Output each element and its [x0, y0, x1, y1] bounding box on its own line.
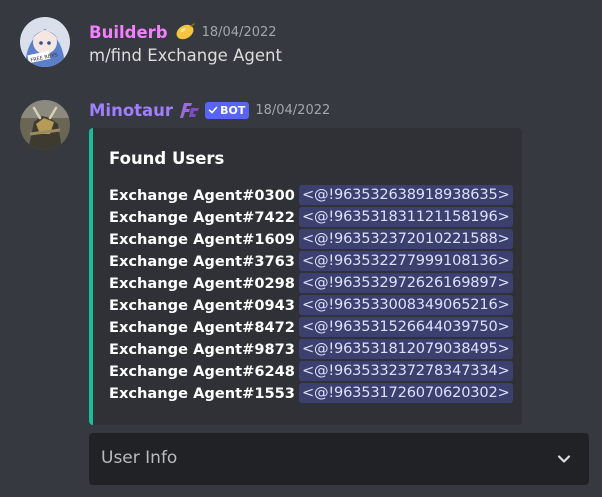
- user-row: Exchange Agent#0300 <@!963532638918938635…: [109, 184, 513, 206]
- user-name: Exchange Agent#7422: [109, 208, 295, 226]
- user-mention[interactable]: <@!963532638918938635>: [298, 185, 513, 205]
- user-name: Exchange Agent#0943: [109, 296, 295, 314]
- user-row: Exchange Agent#9873 <@!963531812079038495…: [109, 338, 513, 360]
- user-mention[interactable]: <@!963531831121158196>: [298, 207, 513, 227]
- chevron-down-icon[interactable]: [555, 450, 573, 468]
- user-row: Exchange Agent#6248 <@!963533237278347334…: [109, 360, 513, 382]
- username[interactable]: Builderb: [89, 23, 168, 42]
- user-row: Exchange Agent#0943 <@!963533008349065216…: [109, 294, 513, 316]
- message-header: Minotaur BOT 18/04/2022: [89, 98, 330, 122]
- avatar[interactable]: FREE RBXS: [20, 17, 70, 67]
- user-name: Exchange Agent#1609: [109, 230, 295, 248]
- message-content: m/find Exchange Agent: [89, 46, 282, 65]
- user-row: Exchange Agent#7422 <@!963531831121158196…: [109, 206, 513, 228]
- user-name: Exchange Agent#6248: [109, 362, 295, 380]
- user-mention[interactable]: <@!963532277999108136>: [298, 251, 513, 271]
- user-mention[interactable]: <@!963532972626169897>: [298, 273, 513, 293]
- user-mention[interactable]: <@!963531726070620302>: [298, 383, 513, 403]
- user-mention[interactable]: <@!963533008349065216>: [298, 295, 513, 315]
- select-placeholder: User Info: [101, 448, 178, 468]
- user-row: Exchange Agent#1553 <@!963531726070620302…: [109, 382, 513, 404]
- bot-tag: BOT: [205, 101, 250, 119]
- user-row: Exchange Agent#8472 <@!963531526644039750…: [109, 316, 513, 338]
- user-mention[interactable]: <@!963531526644039750>: [298, 317, 513, 337]
- user-row: Exchange Agent#1609 <@!963532372010221588…: [109, 228, 513, 250]
- message-header: Builderb 18/04/2022: [89, 20, 277, 44]
- user-info-select[interactable]: User Info: [89, 433, 589, 485]
- verified-check-icon: [208, 106, 218, 114]
- timestamp: 18/04/2022: [255, 102, 331, 118]
- user-name: Exchange Agent#8472: [109, 318, 295, 336]
- user-mention[interactable]: <@!963533237278347334>: [298, 361, 513, 381]
- user-row: Exchange Agent#3763 <@!963532277999108136…: [109, 250, 513, 272]
- user-name: Exchange Agent#0298: [109, 274, 295, 292]
- user-mention[interactable]: <@!963532372010221588>: [298, 229, 513, 249]
- user-name: Exchange Agent#0300: [109, 186, 295, 204]
- user-row: Exchange Agent#0298 <@!963532972626169897…: [109, 272, 513, 294]
- avatar[interactable]: [20, 100, 70, 150]
- embed: Found Users Exchange Agent#0300 <@!963532…: [89, 128, 522, 425]
- user-name: Exchange Agent#1553: [109, 384, 295, 402]
- embed-title: Found Users: [109, 149, 225, 168]
- user-name: Exchange Agent#3763: [109, 252, 295, 270]
- timestamp: 18/04/2022: [201, 24, 277, 40]
- username[interactable]: Minotaur: [89, 101, 173, 120]
- bot-tag-label: BOT: [220, 103, 246, 117]
- user-name: Exchange Agent#9873: [109, 340, 295, 358]
- user-mention[interactable]: <@!963531812079038495>: [298, 339, 513, 359]
- user-list: Exchange Agent#0300 <@!963532638918938635…: [109, 184, 513, 404]
- lemon-icon: [174, 23, 196, 41]
- team-logo-icon: [179, 100, 201, 120]
